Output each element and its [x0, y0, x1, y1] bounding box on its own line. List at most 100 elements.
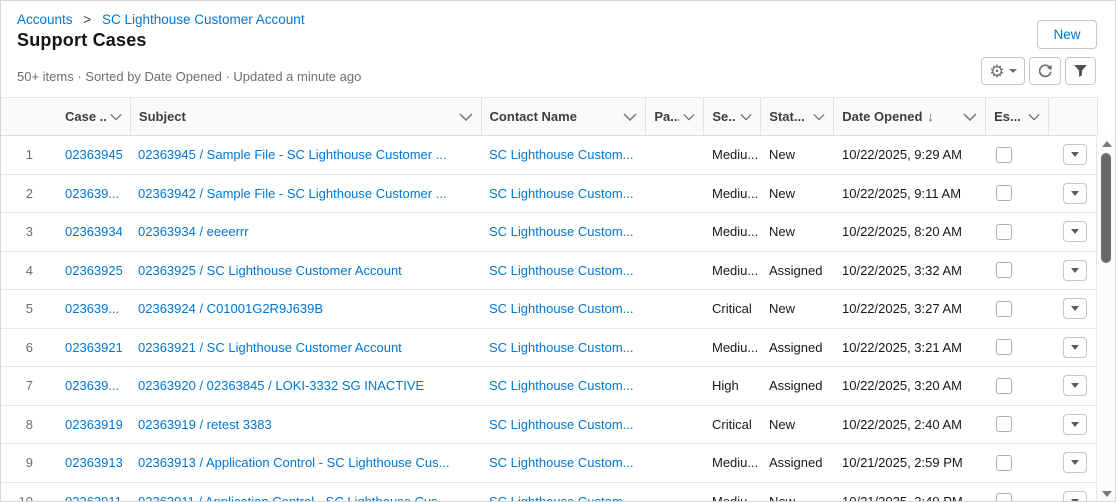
subject-link[interactable]: 02363921 / SC Lighthouse Customer Accoun… — [138, 340, 402, 355]
table-row[interactable]: 4 02363925 02363925 / SC Lighthouse Cust… — [1, 252, 1098, 291]
chevron-down-icon[interactable] — [740, 113, 752, 121]
subject-link[interactable]: 02363925 / SC Lighthouse Customer Accoun… — [138, 263, 402, 278]
page-header: Accounts > SC Lighthouse Customer Accoun… — [1, 1, 1115, 97]
row-actions-button[interactable] — [1063, 414, 1087, 435]
case-number-link[interactable]: 02363911 — [65, 494, 122, 502]
table-row[interactable]: 3 02363934 02363934 / eeeerrr SC Lightho… — [1, 213, 1098, 252]
date-opened-cell: 10/22/2025, 2:40 AM — [834, 417, 986, 432]
column-label: Es... — [994, 109, 1021, 124]
column-header-severity[interactable]: Se... — [703, 98, 760, 135]
chevron-down-icon[interactable] — [963, 113, 977, 121]
case-number-link[interactable]: 02363934 — [65, 224, 122, 239]
table-header-row: Case ... Subject Contact Name Pa... Se.. — [1, 98, 1098, 136]
case-number-link[interactable]: 02363913 — [65, 455, 122, 470]
case-number-link[interactable]: 02363945 — [65, 147, 122, 162]
severity-cell: High — [704, 378, 761, 393]
column-header-date-opened[interactable]: Date Opened ↓ — [833, 98, 985, 135]
escalated-checkbox[interactable] — [996, 301, 1012, 317]
row-actions-button[interactable] — [1063, 183, 1087, 204]
subject-link[interactable]: 02363942 / Sample File - SC Lighthouse C… — [138, 186, 447, 201]
chevron-down-icon — [1071, 229, 1079, 234]
contact-name-link[interactable]: SC Lighthouse Custom... — [489, 301, 634, 316]
contact-name-link[interactable]: SC Lighthouse Custom... — [489, 378, 634, 393]
breadcrumb-link-accounts[interactable]: Accounts — [17, 12, 73, 27]
table-row[interactable]: 6 02363921 02363921 / SC Lighthouse Cust… — [1, 329, 1098, 368]
contact-name-link[interactable]: SC Lighthouse Custom... — [489, 417, 634, 432]
row-actions-button[interactable] — [1063, 221, 1087, 242]
chevron-down-icon — [1071, 268, 1079, 273]
date-opened-cell: 10/21/2025, 2:49 PM — [834, 494, 986, 502]
contact-name-link[interactable]: SC Lighthouse Custom... — [489, 455, 634, 470]
row-number: 8 — [1, 417, 57, 432]
chevron-down-icon[interactable] — [459, 113, 473, 121]
breadcrumb-link-account[interactable]: SC Lighthouse Customer Account — [102, 12, 305, 27]
case-number-link[interactable]: 023639... — [65, 301, 119, 316]
contact-name-link[interactable]: SC Lighthouse Custom... — [489, 263, 634, 278]
chevron-down-icon[interactable] — [1028, 113, 1040, 121]
chevron-down-icon[interactable] — [623, 113, 637, 121]
column-label: Contact Name — [490, 109, 577, 124]
escalated-checkbox[interactable] — [996, 147, 1012, 163]
subject-link[interactable]: 02363934 / eeeerrr — [138, 224, 249, 239]
gear-icon: ⚙ — [989, 63, 1004, 80]
escalated-checkbox[interactable] — [996, 378, 1012, 394]
vertical-scrollbar[interactable] — [1096, 135, 1115, 502]
filter-button[interactable] — [1065, 57, 1096, 85]
table-row[interactable]: 8 02363919 02363919 / retest 3383 SC Lig… — [1, 406, 1098, 445]
escalated-checkbox[interactable] — [996, 493, 1012, 502]
escalated-checkbox[interactable] — [996, 262, 1012, 278]
case-number-link[interactable]: 023639... — [65, 186, 119, 201]
sort-descending-icon: ↓ — [927, 109, 934, 124]
new-button[interactable]: New — [1037, 20, 1097, 49]
subject-link[interactable]: 02363919 / retest 3383 — [138, 417, 272, 432]
row-actions-button[interactable] — [1063, 491, 1087, 502]
table-row[interactable]: 10 02363911 02363911 / Application Contr… — [1, 483, 1098, 502]
contact-name-link[interactable]: SC Lighthouse Custom... — [489, 340, 634, 355]
escalated-checkbox[interactable] — [996, 416, 1012, 432]
subject-link[interactable]: 02363913 / Application Control - SC Ligh… — [138, 455, 449, 470]
row-actions-button[interactable] — [1063, 144, 1087, 165]
escalated-checkbox[interactable] — [996, 455, 1012, 471]
column-header-subject[interactable]: Subject — [130, 98, 481, 135]
table-row[interactable]: 5 023639... 02363924 / C01001G2R9J639B S… — [1, 290, 1098, 329]
subject-link[interactable]: 02363920 / 02363845 / LOKI-3332 SG INACT… — [138, 378, 424, 393]
list-settings-button[interactable]: ⚙ — [981, 57, 1025, 85]
column-header-contact-name[interactable]: Contact Name — [481, 98, 646, 135]
case-number-link[interactable]: 023639... — [65, 378, 119, 393]
table-row[interactable]: 7 023639... 02363920 / 02363845 / LOKI-3… — [1, 367, 1098, 406]
row-actions-button[interactable] — [1063, 260, 1087, 281]
case-number-link[interactable]: 02363919 — [65, 417, 122, 432]
table-row[interactable]: 1 02363945 02363945 / Sample File - SC L… — [1, 136, 1098, 175]
case-number-link[interactable]: 02363925 — [65, 263, 122, 278]
subject-link[interactable]: 02363924 / C01001G2R9J639B — [138, 301, 323, 316]
case-number-link[interactable]: 02363921 — [65, 340, 122, 355]
column-header-case-number[interactable]: Case ... — [57, 98, 130, 135]
subject-link[interactable]: 02363945 / Sample File - SC Lighthouse C… — [138, 147, 447, 162]
escalated-checkbox[interactable] — [996, 224, 1012, 240]
row-actions-button[interactable] — [1063, 298, 1087, 319]
refresh-button[interactable] — [1029, 57, 1061, 85]
severity-cell: Mediu... — [704, 455, 761, 470]
chevron-down-icon[interactable] — [813, 113, 825, 121]
row-actions-button[interactable] — [1063, 337, 1087, 358]
escalated-checkbox[interactable] — [996, 339, 1012, 355]
scroll-down-arrow-icon[interactable] — [1102, 491, 1112, 497]
row-actions-button[interactable] — [1063, 452, 1087, 473]
column-header-status[interactable]: Stat... — [760, 98, 833, 135]
row-actions-button[interactable] — [1063, 375, 1087, 396]
column-header-parent[interactable]: Pa... — [645, 98, 703, 135]
contact-name-link[interactable]: SC Lighthouse Custom... — [489, 147, 634, 162]
subject-link[interactable]: 02363911 / Application Control - SC Ligh… — [138, 494, 449, 502]
chevron-down-icon[interactable] — [110, 113, 122, 121]
scrollbar-thumb[interactable] — [1101, 153, 1111, 263]
contact-name-link[interactable]: SC Lighthouse Custom... — [489, 494, 634, 502]
table-row[interactable]: 9 02363913 02363913 / Application Contro… — [1, 444, 1098, 483]
table-row[interactable]: 2 023639... 02363942 / Sample File - SC … — [1, 175, 1098, 214]
contact-name-link[interactable]: SC Lighthouse Custom... — [489, 186, 634, 201]
column-header-escalated[interactable]: Es... — [985, 98, 1048, 135]
contact-name-link[interactable]: SC Lighthouse Custom... — [489, 224, 634, 239]
scroll-up-arrow-icon[interactable] — [1102, 141, 1112, 147]
row-number: 1 — [1, 147, 57, 162]
chevron-down-icon[interactable] — [683, 113, 695, 121]
escalated-checkbox[interactable] — [996, 185, 1012, 201]
